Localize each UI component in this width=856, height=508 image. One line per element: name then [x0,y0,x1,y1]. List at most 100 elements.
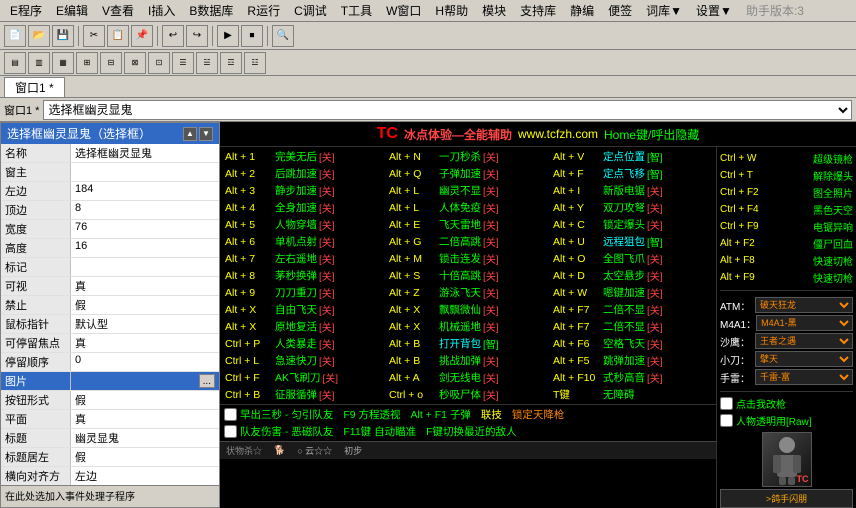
hand-select[interactable]: 千雷-富 [755,369,853,385]
align-center[interactable]: ▥ [28,52,50,74]
tb2-6[interactable]: ⊠ [124,52,146,74]
bottom-checks-area: 早出三秒 - 匀引队友 F9 方程透视 Alt + F1 子弹 联技 锁定天降枪… [220,404,716,441]
tb2-7[interactable]: ⊡ [148,52,170,74]
menu-debug[interactable]: C调试 [288,1,333,20]
game-header-text: 冰点体验—全能辅助 [404,126,512,143]
align-right[interactable]: ▦ [52,52,74,74]
menu-note[interactable]: 便签 [602,1,638,20]
m4a1-select[interactable]: M4A1-黑 [756,315,853,331]
sc-alts: Alt + S十倍高跳[关] [386,267,550,284]
sc-altf: Alt + F定点飞移[智] [550,165,714,182]
change-gun-checkbox[interactable] [720,397,733,410]
prop-row-height[interactable]: 高度 16 [1,239,219,258]
menu-module[interactable]: 模块 [476,1,512,20]
sc-ctrll: Ctrl + L急速快刀[关] [222,352,386,369]
early-out-checkbox[interactable] [224,408,237,421]
prop-row-left[interactable]: 左边 184 [1,182,219,201]
tb2-9[interactable]: ☱ [196,52,218,74]
component-select[interactable]: 选择框幽灵显鬼 [43,100,852,120]
search-button[interactable]: 🔍 [272,25,294,47]
sc-ctrlo: Ctrl + o秒吸尸体[关] [386,386,550,403]
tb2-8[interactable]: ☰ [172,52,194,74]
scroll-down[interactable]: ▼ [199,127,213,141]
menu-static[interactable]: 静编 [564,1,600,20]
status-item1: 状物杀☆ [226,444,262,457]
knife-select[interactable]: 擘天 [755,351,853,367]
open-button[interactable]: 📂 [28,25,50,47]
knife-label: 小刀： [720,352,755,367]
prop-row-visible[interactable]: 可视 真 [1,277,219,296]
sc-alt5: Alt + 5人物穿墙[关] [222,216,386,233]
prop-row-cursor[interactable]: 鼠标指针 默认型 [1,315,219,334]
tab-window1[interactable]: 窗口1 * [4,77,65,97]
menu-database[interactable]: B数据库 [183,1,239,20]
menu-tools[interactable]: T工具 [335,1,378,20]
prop-row-order[interactable]: 停留顺序 0 [1,353,219,372]
new-button[interactable]: 📄 [4,25,26,47]
sc-altn: Alt + N一刀秒杀[关] [386,148,550,165]
tb2-4[interactable]: ⊞ [76,52,98,74]
sc-altf6: Alt + F6空格飞天[关] [550,335,714,352]
cut-button[interactable]: ✂ [83,25,105,47]
menu-insert[interactable]: I插入 [142,1,181,20]
menu-help[interactable]: H帮助 [429,1,474,20]
undo-button[interactable]: ↩ [162,25,184,47]
prop-row-owner[interactable]: 窗主 [1,163,219,182]
bottom-hint: 在此处选加入事件处理子程序 [5,488,215,503]
prop-row-image[interactable]: 图片 ... [1,372,219,391]
menu-support[interactable]: 支持库 [514,1,562,20]
menu-edit[interactable]: E编辑 [50,1,94,20]
paste-button[interactable]: 📌 [131,25,153,47]
check-change-gun[interactable]: 点击我改枪 [720,396,853,411]
prop-row-caption[interactable]: 标题 幽灵显鬼 [1,429,219,448]
menu-run[interactable]: R运行 [241,1,286,20]
sc-altl: Alt + L幽灵不显[关] [386,182,550,199]
prop-row-halign[interactable]: 横向对齐方式 左边 [1,467,219,485]
transparent-checkbox[interactable] [720,414,733,427]
prop-row-top[interactable]: 顶边 8 [1,201,219,220]
tb2-10[interactable]: ☲ [220,52,242,74]
redo-button[interactable]: ↪ [186,25,208,47]
prop-row-mark[interactable]: 标记 [1,258,219,277]
atm-select[interactable]: 破天狂龙 [755,297,853,313]
separator4 [267,26,268,46]
scroll-up[interactable]: ▲ [183,127,197,141]
prop-row-focus[interactable]: 可停留焦点 真 [1,334,219,353]
menu-view[interactable]: V查看 [96,1,140,20]
sc-altv: Alt + V定点位置[智] [550,148,714,165]
sc-alt2: Alt + 2后跳加速[关] [222,165,386,182]
prop-row-disabled[interactable]: 禁止 假 [1,296,219,315]
game-header: TC 冰点体验—全能辅助 www.tcfzh.com Home键/呼出隐藏 [220,122,856,147]
menu-window[interactable]: W窗口 [380,1,427,20]
run-button[interactable]: ▶ [217,25,239,47]
ctrl-f2: Ctrl + F2图全照片 [720,184,853,201]
prop-row-name[interactable]: 名称 选择框幽灵显鬼 [1,144,219,163]
prop-row-caption-left[interactable]: 标题居左 假 [1,448,219,467]
sc-altz: Alt + Z游泳飞天[关] [386,284,550,301]
prop-row-width[interactable]: 宽度 76 [1,220,219,239]
image-browse-btn[interactable]: ... [199,374,215,388]
damage-checkbox[interactable] [224,425,237,438]
tb2-5[interactable]: ⊟ [100,52,122,74]
char-image-area: TC [720,432,853,487]
menu-program[interactable]: E程序 [4,1,48,20]
tb2-11[interactable]: ☳ [244,52,266,74]
menu-dict[interactable]: 词库▼ [640,1,688,20]
ctrl-f4: Ctrl + F4黑色天空 [720,201,853,218]
sc-altb: Alt + B打开背包[智] [386,335,550,352]
sc-altf7-2: Alt + F7二倍不显[关] [550,318,714,335]
prop-row-flat[interactable]: 平面 真 [1,410,219,429]
weapon-hand-row: 手雷： 千雷-富 [720,369,853,385]
align-left[interactable]: ▤ [4,52,26,74]
prop-row-btnstyle[interactable]: 按钮形式 假 [1,391,219,410]
check-transparent[interactable]: 人物透明用[Raw] [720,413,853,428]
menu-settings[interactable]: 设置▼ [690,1,738,20]
stop-button[interactable]: ⏹ [241,25,263,47]
check-damage[interactable]: 队友伤害 - 恶磁队友 [224,424,333,439]
properties-table: 名称 选择框幽灵显鬼 窗主 左边 184 顶边 8 宽度 76 高度 16 [1,144,219,485]
sand-select[interactable]: 王者之遇 [755,333,853,349]
copy-button[interactable]: 📋 [107,25,129,47]
save-button[interactable]: 💾 [52,25,74,47]
bottom-row1: 早出三秒 - 匀引队友 F9 方程透视 Alt + F1 子弹 联技 锁定天降枪 [224,407,712,422]
check-early-out[interactable]: 早出三秒 - 匀引队友 [224,407,333,422]
